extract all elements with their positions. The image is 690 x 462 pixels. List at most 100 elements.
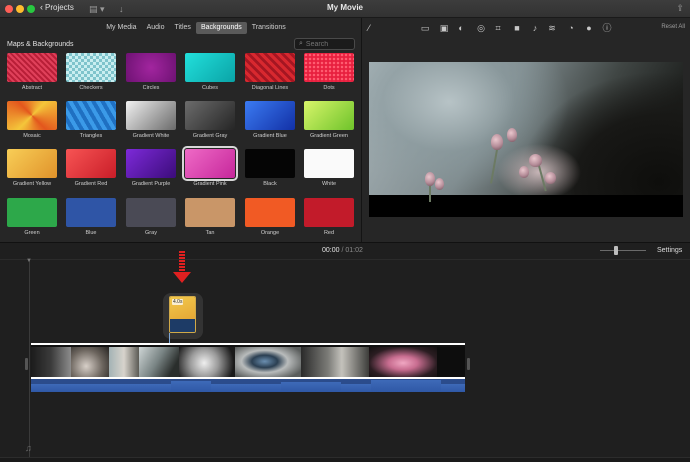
clip-thumbnail [369, 347, 437, 377]
background-label: Gradient Gray [192, 133, 228, 139]
background-tile-gradient-pink[interactable] [182, 146, 238, 181]
clip-thumbnail [301, 347, 369, 377]
preview-image [369, 62, 683, 202]
background-tile-tan[interactable] [185, 198, 235, 227]
color-balance-icon[interactable]: ▣ [439, 23, 449, 33]
background-label: Gradient Blue [253, 133, 287, 139]
red-arrow-annotation [179, 251, 185, 273]
tab-titles[interactable]: Titles [169, 22, 195, 34]
timecode-total: 01:02 [345, 247, 363, 254]
search-icon: ⌕ [299, 40, 303, 47]
video-clip[interactable] [31, 343, 465, 379]
background-label: Dots [323, 85, 335, 91]
stabilization-icon[interactable]: ■ [512, 23, 522, 33]
background-tile-dots[interactable] [304, 53, 354, 82]
red-arrow-head-icon [173, 272, 191, 283]
timeline-settings-button[interactable]: Settings [657, 247, 682, 254]
background-tile-blue[interactable] [66, 198, 116, 227]
reset-all-button[interactable]: Reset All [661, 24, 685, 30]
timeline[interactable]: 00:00 / 01:02 Settings ▼ 4.0s ♫ [0, 243, 690, 462]
background-tile-mosaic[interactable] [7, 101, 57, 130]
search-field[interactable]: ⌕ [294, 38, 355, 50]
tab-my-media[interactable]: My Media [101, 22, 141, 34]
share-icon[interactable]: ⇪ [676, 3, 684, 14]
background-tile-gradient-yellow[interactable] [7, 149, 57, 178]
timeline-scrollbar[interactable] [0, 457, 690, 462]
background-tile-gradient-green[interactable] [304, 101, 354, 130]
background-tile-gradient-purple[interactable] [126, 149, 176, 178]
viewer-preview[interactable] [369, 62, 683, 217]
speed-dial-icon[interactable]: ◔ [566, 23, 576, 33]
clip-thumbnail [235, 347, 301, 377]
info-icon[interactable]: ⓘ [602, 23, 612, 33]
background-tile-white[interactable] [304, 149, 354, 178]
background-label: Cubes [202, 85, 218, 91]
speed-icon[interactable]: ◎ [476, 23, 486, 33]
background-tile-gradient-red[interactable] [66, 149, 116, 178]
background-icon[interactable]: ▭ [420, 23, 430, 33]
background-label: Diagonal Lines [251, 85, 289, 91]
background-label: Blue [85, 230, 97, 236]
tab-transitions[interactable]: Transitions [247, 22, 291, 34]
section-title: Maps & Backgrounds [7, 41, 74, 48]
background-tile-cubes[interactable] [185, 53, 235, 82]
background-label: White [321, 181, 337, 187]
viewer-panel: ⁄ ▭ ▣ ◐ ◎ ⌗ ■ ♪ ≋ ◔ ● ⓘ Reset All [362, 18, 690, 242]
playhead[interactable] [29, 259, 30, 457]
background-label: Mosaic [23, 133, 41, 139]
background-tile-black[interactable] [245, 149, 295, 178]
background-label: Checkers [79, 85, 103, 91]
background-label: Gradient Green [310, 133, 348, 139]
dragged-background-clip[interactable]: 4.0s [169, 296, 196, 333]
background-tile-red[interactable] [304, 198, 354, 227]
background-tile-orange[interactable] [245, 198, 295, 227]
window-title: My Movie [326, 3, 363, 12]
background-tile-checkers[interactable] [66, 53, 116, 82]
background-tile-triangles[interactable] [66, 101, 116, 130]
tab-backgrounds[interactable]: Backgrounds [195, 22, 247, 34]
crop-icon[interactable]: ⌗ [493, 23, 503, 33]
audio-waveform[interactable] [31, 379, 465, 392]
search-input[interactable] [305, 40, 348, 48]
background-label: Gradient Purple [131, 181, 171, 187]
background-label: Gradient White [132, 133, 170, 139]
background-label: Triangles [79, 133, 103, 139]
clip-filter-icon[interactable]: ● [584, 23, 594, 33]
background-label: Tan [205, 230, 215, 236]
magic-wand-icon[interactable]: ⁄ [364, 23, 374, 33]
clip-thumbnail [437, 347, 465, 377]
noise-reduction-icon[interactable]: ≋ [547, 23, 557, 33]
background-tile-gradient-gray[interactable] [185, 101, 235, 130]
library-panel: My Media Audio Titles Backgrounds Transi… [0, 18, 362, 242]
playhead-marker-icon[interactable]: ▼ [26, 258, 32, 264]
clip-thumbnail [139, 347, 179, 377]
timeline-header-divider [0, 259, 690, 260]
clip-thumbnail [109, 347, 139, 377]
clip-thumbnail [71, 347, 109, 377]
background-label: Orange [260, 230, 280, 236]
background-label: Abstract [21, 85, 43, 91]
background-tile-gradient-white[interactable] [126, 101, 176, 130]
background-tile-green[interactable] [7, 198, 57, 227]
music-note-icon: ♫ [25, 443, 32, 453]
zoom-slider-track[interactable] [600, 250, 646, 251]
zoom-slider-knob[interactable] [614, 246, 618, 255]
background-tile-gradient-blue[interactable] [245, 101, 295, 130]
volume-icon[interactable]: ♪ [530, 23, 540, 33]
background-tile-abstract[interactable] [7, 53, 57, 82]
color-correction-icon[interactable]: ◐ [456, 23, 466, 33]
clip-trim-handle-right[interactable] [467, 358, 470, 370]
background-label: Gradient Yellow [12, 181, 52, 187]
background-label: Black [263, 181, 277, 187]
background-tile-diagonal-lines[interactable] [245, 53, 295, 82]
clip-trim-handle-left[interactable] [25, 358, 28, 370]
background-label: Circles [142, 85, 160, 91]
background-tile-circles[interactable] [126, 53, 176, 82]
background-label: Gray [145, 230, 157, 236]
timecode-current: 00:00 [322, 247, 340, 254]
background-label: Gradient Red [74, 181, 108, 187]
media-tabs: My Media Audio Titles Backgrounds Transi… [0, 22, 362, 34]
tab-audio[interactable]: Audio [142, 22, 170, 34]
background-label: Green [24, 230, 40, 236]
background-tile-gray[interactable] [126, 198, 176, 227]
